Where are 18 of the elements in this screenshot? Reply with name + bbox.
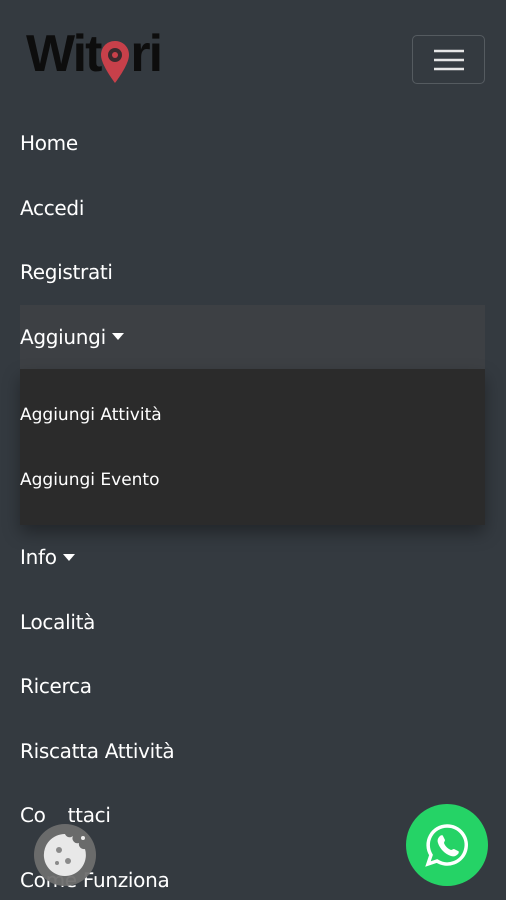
- nav-link[interactable]: Home: [20, 111, 78, 176]
- nav-link-text[interactable]: Co: [20, 805, 46, 826]
- nav-link-text[interactable]: ttaci: [68, 805, 111, 826]
- nav-link[interactable]: Come Funziona: [20, 848, 170, 900]
- nav-link[interactable]: Accedi: [20, 176, 84, 240]
- nav-dropdown[interactable]: Info: [20, 525, 75, 590]
- caret-icon: [112, 333, 124, 340]
- chat-phone-icon: [424, 822, 470, 868]
- nav-link[interactable]: Località: [20, 590, 96, 654]
- dropdown-item[interactable]: Aggiungi Attività: [20, 382, 162, 447]
- nav-link[interactable]: Ricerca: [20, 654, 92, 718]
- menu-icon: [434, 48, 464, 72]
- nav-link[interactable]: Registrati: [20, 240, 113, 304]
- menu-button[interactable]: [412, 35, 485, 84]
- caret-icon: [62, 554, 75, 561]
- nav-dropdown[interactable]: Aggiungi: [20, 304, 485, 369]
- dropdown-item[interactable]: Aggiungi Evento: [20, 447, 160, 512]
- nav-link[interactable]: Riscatta Attività: [20, 718, 174, 783]
